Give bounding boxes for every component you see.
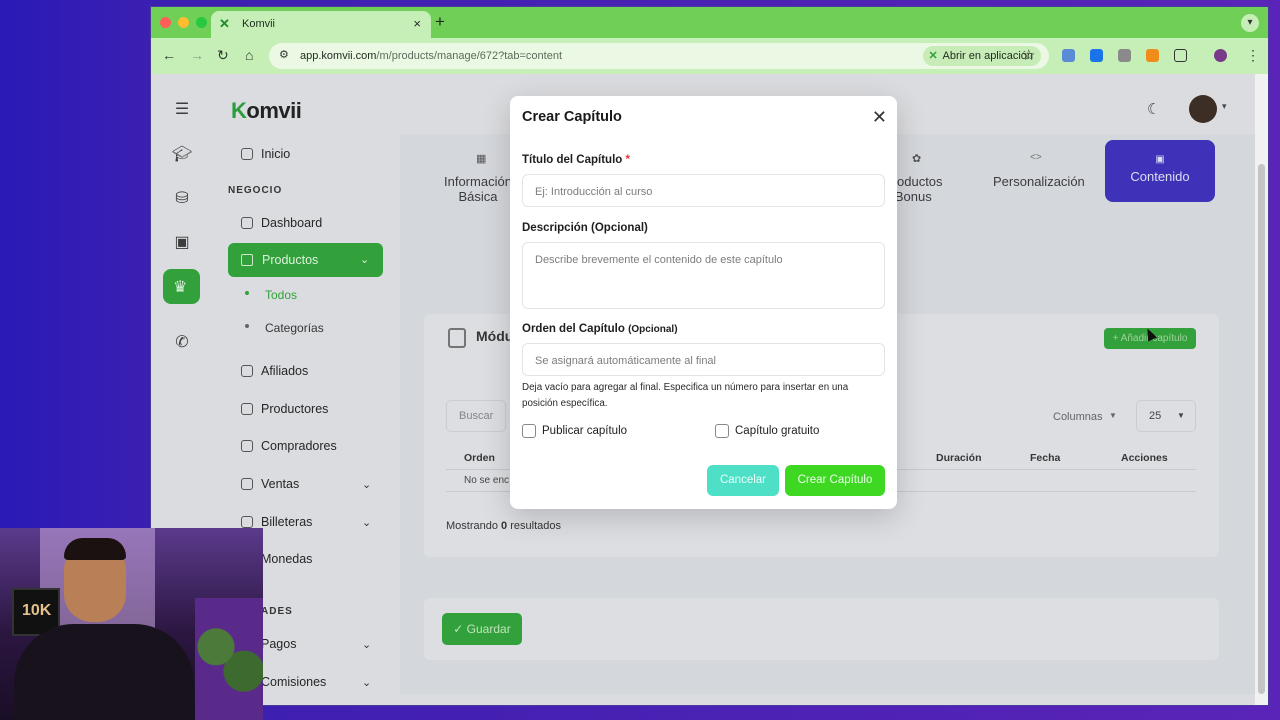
url-text: app.komvii.com/m/products/manage/672?tab… bbox=[300, 50, 563, 62]
page-scrollbar[interactable] bbox=[1255, 74, 1268, 705]
extension-icon-4[interactable] bbox=[1146, 49, 1159, 62]
create-chapter-modal: Crear Capítulo ✕ Título del Capítulo * E… bbox=[510, 96, 897, 509]
forward-arrow-icon[interactable]: → bbox=[190, 47, 204, 63]
publish-checkbox[interactable]: Publicar capítulo bbox=[522, 424, 627, 438]
description-textarea[interactable]: Describe brevemente el contenido de este… bbox=[522, 242, 885, 309]
maximize-window-dot[interactable] bbox=[196, 17, 207, 28]
tab-title: Komvii bbox=[242, 18, 276, 30]
profile-avatar[interactable] bbox=[1214, 49, 1227, 62]
cancel-button[interactable]: Cancelar bbox=[707, 465, 779, 496]
close-window-dot[interactable] bbox=[160, 17, 171, 28]
checkbox-box[interactable] bbox=[522, 424, 536, 438]
new-tab-button[interactable]: + bbox=[435, 12, 445, 32]
tab-komvii[interactable]: ✕ Komvii × bbox=[211, 11, 431, 38]
komvii-favicon-icon: ✕ bbox=[219, 16, 230, 31]
browser-window: ✕ Komvii × + ▾ ← → ↻ ⌂ ⚙ app.komvii.com/… bbox=[151, 7, 1268, 705]
tab-strip: ✕ Komvii × + ▾ bbox=[151, 7, 1268, 38]
browser-toolbar: ← → ↻ ⌂ ⚙ app.komvii.com/m/products/mana… bbox=[151, 38, 1268, 74]
reload-icon[interactable]: ↻ bbox=[217, 47, 229, 64]
order-input[interactable]: Se asignará automáticamente al final bbox=[522, 343, 885, 376]
extension-icon-1[interactable] bbox=[1062, 49, 1075, 62]
webcam-plant bbox=[195, 598, 263, 720]
order-label: Orden del Capítulo (Opcional) bbox=[522, 323, 678, 335]
order-hint: Deja vacío para agregar al final. Especi… bbox=[522, 382, 849, 409]
bookmark-star-icon[interactable]: ☆ bbox=[1022, 46, 1035, 64]
chapter-title-input[interactable]: Ej: Introducción al curso bbox=[522, 174, 885, 207]
back-arrow-icon[interactable]: ← bbox=[162, 47, 176, 63]
scrollbar-thumb[interactable] bbox=[1258, 164, 1265, 694]
webcam-person-body bbox=[14, 624, 194, 720]
free-chapter-checkbox[interactable]: Capítulo gratuito bbox=[715, 424, 819, 438]
minimize-window-dot[interactable] bbox=[178, 17, 189, 28]
home-icon[interactable]: ⌂ bbox=[245, 47, 253, 63]
webcam-overlay: 10K bbox=[0, 528, 263, 720]
modal-title: Crear Capítulo bbox=[522, 109, 622, 125]
webcam-person-hair bbox=[64, 538, 126, 560]
extension-icon-2[interactable] bbox=[1090, 49, 1103, 62]
extensions-puzzle-icon[interactable] bbox=[1174, 49, 1187, 62]
tab-close-icon[interactable]: × bbox=[413, 16, 421, 31]
tab-search-chevron-icon[interactable]: ▾ bbox=[1241, 14, 1259, 32]
checkbox-box[interactable] bbox=[715, 424, 729, 438]
extension-icon-3[interactable] bbox=[1118, 49, 1131, 62]
close-icon[interactable]: ✕ bbox=[872, 107, 887, 128]
chapter-title-label: Título del Capítulo * bbox=[522, 154, 630, 166]
browser-menu-icon[interactable]: ⋮ bbox=[1246, 47, 1260, 64]
site-info-icon[interactable]: ⚙ bbox=[279, 48, 289, 61]
address-bar[interactable]: ⚙ app.komvii.com/m/products/manage/672?t… bbox=[269, 43, 1049, 69]
create-chapter-button[interactable]: Crear Capítulo bbox=[785, 465, 885, 496]
description-label: Descripción (Opcional) bbox=[522, 222, 648, 234]
